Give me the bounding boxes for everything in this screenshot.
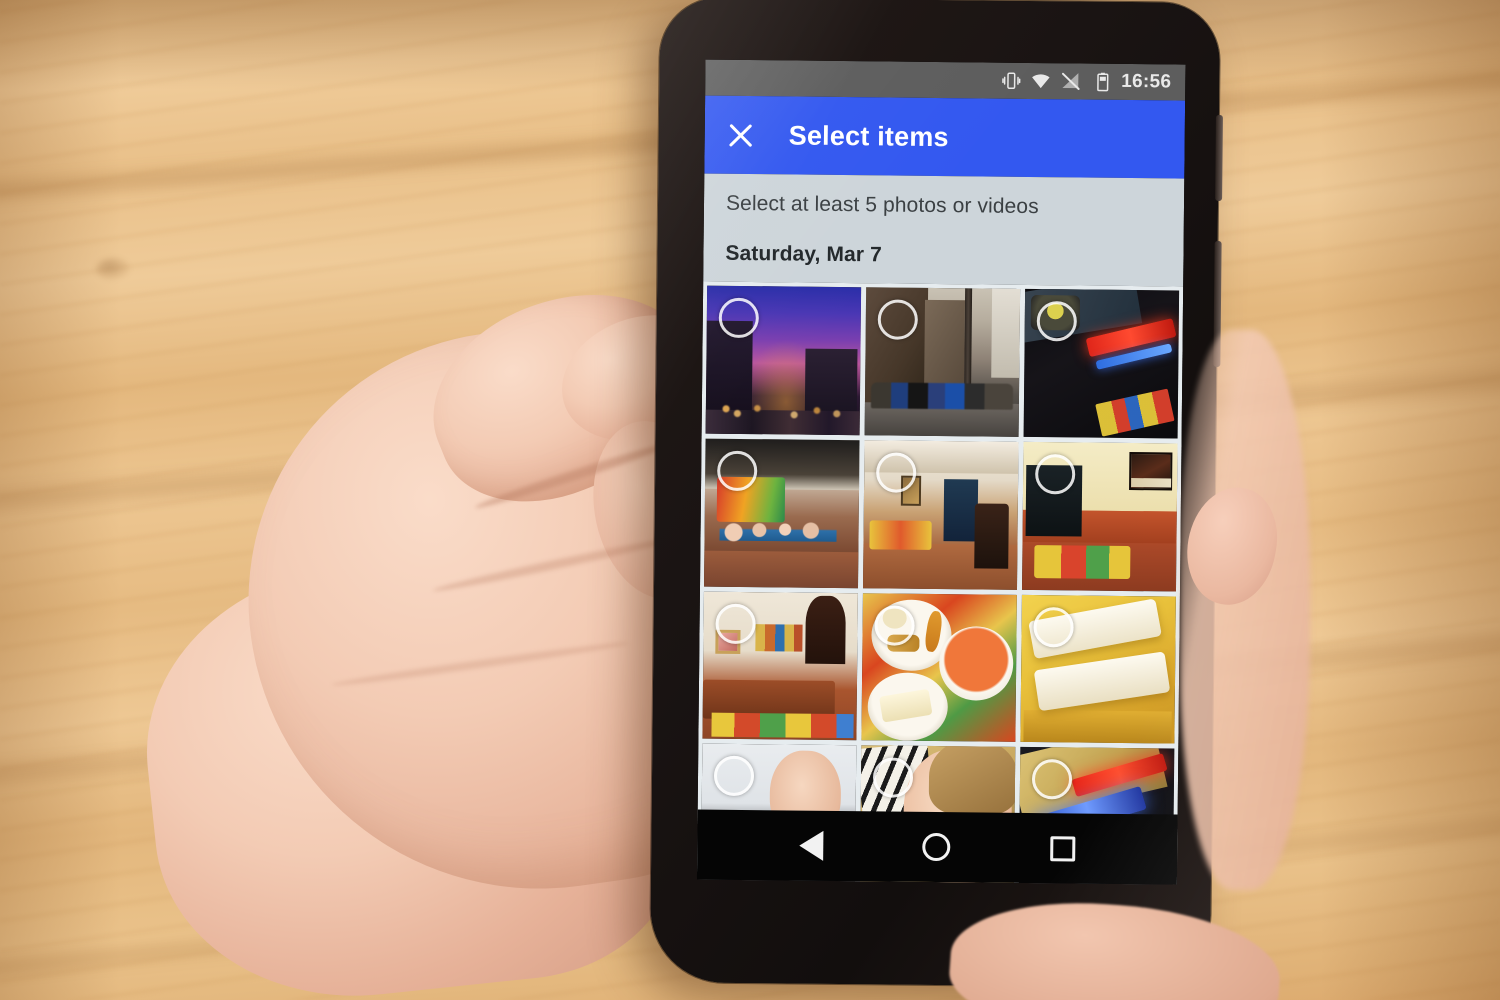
selection-subheader: Select at least 5 photos or videos Satur… bbox=[703, 173, 1185, 287]
app-bar: Select items bbox=[704, 95, 1186, 179]
photo-tile[interactable] bbox=[1021, 441, 1178, 592]
smartphone-device: 16:56 Select items Select at least 5 pho… bbox=[649, 0, 1223, 988]
no-signal-icon bbox=[1061, 72, 1080, 90]
photo-tile[interactable] bbox=[862, 440, 1019, 590]
circle-unchecked-icon[interactable] bbox=[717, 450, 758, 491]
phone-screen[interactable]: 16:56 Select items Select at least 5 pho… bbox=[696, 59, 1186, 885]
back-icon[interactable] bbox=[798, 830, 824, 861]
close-icon[interactable] bbox=[727, 121, 755, 149]
photo-tile[interactable] bbox=[1023, 288, 1180, 439]
date-group-header: Saturday, Mar 7 bbox=[725, 241, 882, 267]
battery-icon bbox=[1097, 72, 1109, 92]
status-bar: 16:56 bbox=[705, 59, 1186, 101]
photo-tile[interactable] bbox=[702, 591, 858, 741]
circle-unchecked-icon[interactable] bbox=[1033, 606, 1074, 648]
circle-unchecked-icon[interactable] bbox=[718, 297, 760, 339]
photo-grid bbox=[696, 281, 1184, 885]
photo-scene: 16:56 Select items Select at least 5 pho… bbox=[0, 0, 1500, 1000]
fingers-right bbox=[1180, 330, 1310, 890]
power-button[interactable] bbox=[1215, 114, 1223, 201]
circle-unchecked-icon[interactable] bbox=[1036, 301, 1078, 342]
android-navigation-bar bbox=[696, 809, 1178, 885]
circle-unchecked-icon[interactable] bbox=[874, 605, 915, 646]
photo-tile[interactable] bbox=[1020, 594, 1176, 745]
photo-tile[interactable] bbox=[861, 592, 1017, 743]
status-bar-clock: 16:56 bbox=[1121, 70, 1172, 93]
circle-unchecked-icon[interactable] bbox=[877, 299, 919, 340]
circle-unchecked-icon[interactable] bbox=[715, 603, 756, 644]
recents-icon[interactable] bbox=[1050, 835, 1076, 861]
photo-tile[interactable] bbox=[705, 285, 862, 436]
page-title: Select items bbox=[788, 119, 949, 152]
circle-unchecked-icon[interactable] bbox=[1034, 453, 1076, 495]
table-shadow-left bbox=[0, 0, 120, 1000]
home-icon[interactable] bbox=[922, 832, 951, 862]
wifi-icon bbox=[1031, 74, 1050, 89]
vibrate-icon bbox=[1002, 72, 1021, 90]
table-shadow-right bbox=[1320, 0, 1500, 1000]
selection-hint: Select at least 5 photos or videos bbox=[725, 191, 1039, 219]
photo-tile[interactable] bbox=[864, 287, 1021, 437]
photo-tile[interactable] bbox=[704, 438, 860, 588]
circle-unchecked-icon[interactable] bbox=[875, 452, 917, 493]
